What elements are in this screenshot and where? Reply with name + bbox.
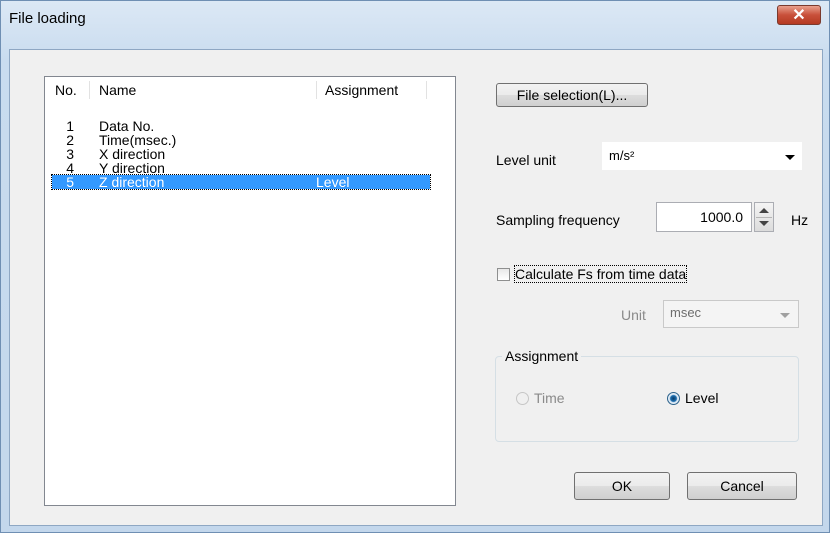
chevron-down-icon xyxy=(785,155,795,160)
cancel-label: Cancel xyxy=(720,478,764,494)
level-unit-dropdown[interactable]: m/s² xyxy=(602,142,802,170)
chevron-down-icon xyxy=(780,313,790,318)
row-no: 4 xyxy=(66,160,74,176)
column-header-assignment[interactable]: Assignment xyxy=(325,78,398,102)
row-name: Data No. xyxy=(99,118,155,134)
file-selection-button[interactable]: File selection(L)... xyxy=(496,83,648,107)
column-separator[interactable] xyxy=(426,81,427,99)
sampling-frequency-input[interactable]: 1000.0 xyxy=(656,202,752,232)
row-no: 3 xyxy=(66,146,74,162)
spinner-divider xyxy=(756,217,772,218)
column-header-no[interactable]: No. xyxy=(55,78,77,102)
row-name: X direction xyxy=(99,146,166,162)
row-name: Z direction xyxy=(99,174,165,190)
close-button[interactable]: ✕ xyxy=(777,5,821,25)
row-name: Time(msec.) xyxy=(99,132,177,148)
title-bar[interactable]: File loading ✕ xyxy=(1,1,829,45)
file-loading-dialog: File loading ✕ No. Name Assignment 1 Dat… xyxy=(0,0,830,533)
level-radio[interactable] xyxy=(667,392,680,405)
list-item[interactable]: 3 X direction xyxy=(52,147,430,161)
row-no: 1 xyxy=(66,118,74,134)
spin-up-icon[interactable] xyxy=(759,208,769,213)
level-unit-label: Level unit xyxy=(496,152,556,168)
ok-button[interactable]: OK xyxy=(574,472,670,500)
file-selection-label: File selection(L)... xyxy=(516,87,628,103)
level-radio-label[interactable]: Level xyxy=(685,390,718,406)
sampling-frequency-unit: Hz xyxy=(791,212,809,228)
row-no: 2 xyxy=(66,132,74,148)
list-item[interactable]: 4 Y direction xyxy=(52,161,430,175)
level-unit-value: m/s² xyxy=(609,148,635,163)
spin-down-icon[interactable] xyxy=(759,221,769,226)
row-no: 5 xyxy=(66,174,74,190)
list-item[interactable]: 2 Time(msec.) xyxy=(52,133,430,147)
unit-value: msec xyxy=(670,305,702,320)
row-name: Y direction xyxy=(99,160,165,176)
unit-dropdown[interactable]: msec xyxy=(663,300,799,328)
sampling-frequency-label: Sampling frequency xyxy=(496,212,620,228)
row-assignment: Level xyxy=(316,174,350,190)
sampling-frequency-spinner[interactable] xyxy=(754,202,774,232)
column-separator[interactable] xyxy=(89,81,90,99)
list-item[interactable]: 1 Data No. xyxy=(52,119,430,133)
dialog-body: No. Name Assignment 1 Data No. 2 Time(ms… xyxy=(9,49,823,526)
list-item-selected[interactable]: 5 Z direction Level xyxy=(51,174,431,190)
time-radio[interactable] xyxy=(516,392,529,405)
calculate-fs-checkbox[interactable] xyxy=(497,268,510,281)
ok-label: OK xyxy=(611,478,633,494)
cancel-button[interactable]: Cancel xyxy=(687,472,797,500)
calculate-fs-label[interactable]: Calculate Fs from time data xyxy=(513,265,688,283)
column-list[interactable]: No. Name Assignment 1 Data No. 2 Time(ms… xyxy=(44,76,456,506)
time-radio-label[interactable]: Time xyxy=(534,390,565,406)
unit-label: Unit xyxy=(621,307,646,323)
column-header-name[interactable]: Name xyxy=(99,78,136,102)
assignment-group-title: Assignment xyxy=(502,348,582,364)
column-separator[interactable] xyxy=(316,81,317,99)
window-title: File loading xyxy=(9,10,86,27)
sampling-frequency-value: 1000.0 xyxy=(700,209,743,225)
close-icon: ✕ xyxy=(792,7,806,24)
